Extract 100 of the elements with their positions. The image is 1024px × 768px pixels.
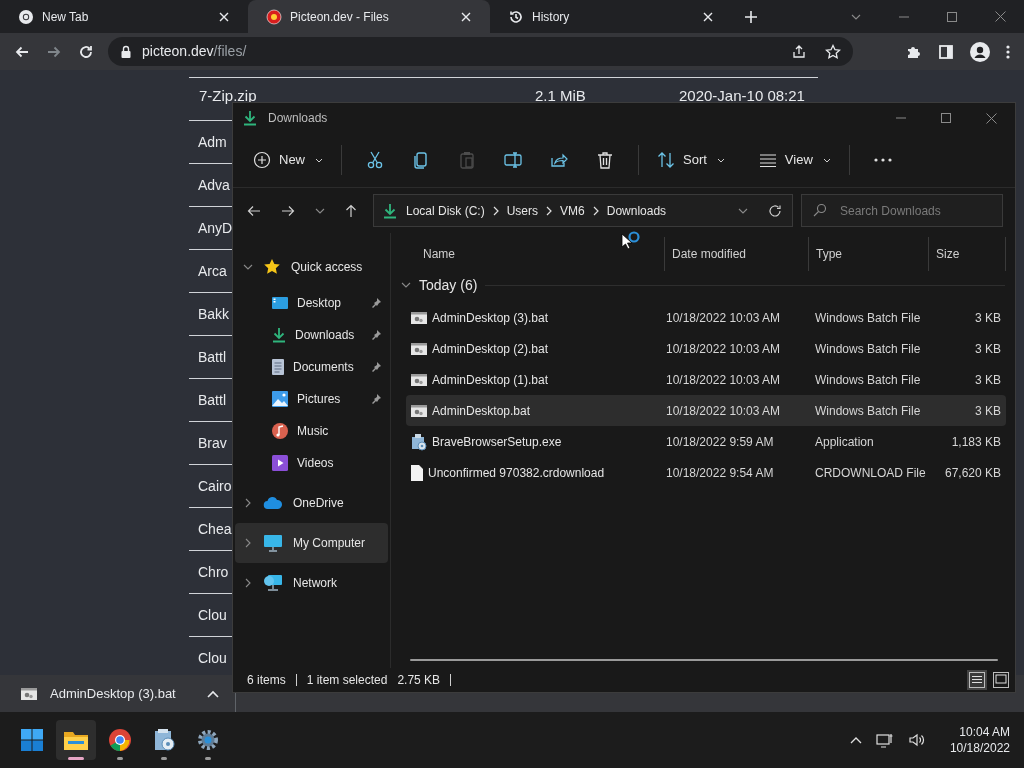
chevron-right-icon[interactable] <box>245 498 251 508</box>
tab-search-icon[interactable] <box>851 13 861 20</box>
file-name[interactable]: Clou <box>189 647 227 669</box>
file-name[interactable]: Bakk <box>189 303 230 325</box>
nav-item[interactable]: Network <box>235 563 388 603</box>
address-field[interactable]: Local Disk (C:) Users VM6 Downloads <box>373 194 793 227</box>
file-name: AdminDesktop (3).bat <box>432 309 549 327</box>
nav-item[interactable]: OneDrive <box>235 483 388 523</box>
gear-icon[interactable] <box>196 728 220 752</box>
sort-icon <box>657 152 675 168</box>
clock-time[interactable]: 10:04 AM <box>959 724 1010 740</box>
installer-icon <box>410 432 428 451</box>
file-name[interactable]: Arca <box>189 260 227 282</box>
pin-icon[interactable] <box>370 329 382 341</box>
nav-item[interactable]: Downloads <box>235 319 388 351</box>
view-button[interactable]: View <box>750 142 839 178</box>
start-button[interactable] <box>20 728 44 752</box>
show-hidden-icons-caret[interactable] <box>849 736 862 744</box>
caret-icon <box>315 157 323 163</box>
file-row[interactable]: Unconfirmed 970382.crdownload 10/18/2022 9:54 AM CRDOWNLOAD File 67,620 KB <box>406 457 1006 488</box>
file-name[interactable]: Adm <box>189 131 227 153</box>
nav-item[interactable]: Pictures <box>235 383 388 415</box>
sort-button[interactable]: Sort <box>649 142 733 178</box>
file-row[interactable]: AdminDesktop (3).bat 10/18/2022 10:03 AM Windows Batch File 3 KB <box>406 302 1006 333</box>
share-icon[interactable] <box>791 43 807 60</box>
chevron-down-icon[interactable] <box>243 264 253 270</box>
share-icon[interactable] <box>550 152 568 168</box>
file-row[interactable]: AdminDesktop.bat 10/18/2022 10:03 AM Windows Batch File 3 KB <box>406 395 1006 426</box>
menu-icon[interactable] <box>1006 43 1010 60</box>
breadcrumb-item[interactable]: VM6 <box>560 201 585 220</box>
nav-item[interactable]: Desktop <box>235 287 388 319</box>
file-name[interactable]: 7-Zip.zip <box>199 88 257 103</box>
date-cell-text: 10/18/2022 9:54 AM <box>665 464 775 482</box>
network-icon[interactable] <box>875 732 894 748</box>
file-name[interactable]: Adva <box>189 174 230 196</box>
new-tab-icon[interactable] <box>744 9 758 24</box>
breadcrumb-item[interactable]: Downloads <box>606 201 667 220</box>
recent-locations-icon[interactable] <box>315 207 325 214</box>
up-icon[interactable] <box>345 203 357 218</box>
rename-icon[interactable] <box>504 152 522 168</box>
column-header[interactable]: Date modified <box>664 237 808 271</box>
clock-date[interactable]: 10/18/2022 <box>949 740 1010 756</box>
breadcrumb-item[interactable]: Local Disk (C:) <box>406 201 485 220</box>
dropdown-icon[interactable] <box>738 207 748 214</box>
file-row[interactable]: BraveBrowserSetup.exe 10/18/2022 9:59 AM Application 1,183 KB <box>406 426 1006 457</box>
chevron-down-icon[interactable] <box>401 282 411 288</box>
chevron-right-icon[interactable] <box>245 578 251 588</box>
type-cell-text: Windows Batch File <box>814 371 922 389</box>
file-name[interactable]: Battl <box>189 389 226 411</box>
copy-icon[interactable] <box>413 151 429 169</box>
pin-icon[interactable] <box>370 393 382 405</box>
file-name[interactable]: Cairo <box>189 475 232 497</box>
pin-icon[interactable] <box>370 297 382 309</box>
profile-icon[interactable] <box>970 41 990 62</box>
file-name[interactable]: Clou <box>189 604 227 626</box>
installer-icon[interactable] <box>152 728 176 752</box>
scissors-icon[interactable] <box>367 151 383 169</box>
file-name[interactable]: Chro <box>189 561 229 583</box>
nav-item[interactable]: Music <box>235 415 388 447</box>
file-name[interactable]: Brav <box>189 432 227 454</box>
chrome-icon[interactable] <box>108 728 132 752</box>
details-view-button[interactable] <box>967 670 987 690</box>
pin-icon[interactable] <box>370 361 382 373</box>
new-button[interactable]: New <box>245 142 331 178</box>
breadcrumb-item[interactable]: Users <box>506 201 539 220</box>
nav-item[interactable]: Documents <box>235 351 388 383</box>
nav-item[interactable]: Videos <box>235 447 388 479</box>
more-icon[interactable] <box>873 158 892 162</box>
horizontal-scrollbar[interactable] <box>410 659 998 661</box>
cloud-icon <box>263 496 283 510</box>
address-bar[interactable]: picteon.dev/files/ <box>108 37 853 66</box>
back-icon[interactable] <box>247 204 261 217</box>
nav-item[interactable]: My Computer <box>235 523 388 563</box>
file-row[interactable]: AdminDesktop (2).bat 10/18/2022 10:03 AM Windows Batch File 3 KB <box>406 333 1006 364</box>
column-header[interactable]: Size <box>928 237 1006 271</box>
trash-icon[interactable] <box>597 151 613 169</box>
search-field[interactable]: Search Downloads <box>801 194 1003 227</box>
refresh-icon[interactable] <box>768 203 782 218</box>
column-header[interactable]: Type <box>808 237 928 271</box>
nav-item[interactable]: Quick access <box>235 247 388 287</box>
forward-icon[interactable] <box>281 204 295 217</box>
history-icon <box>508 8 524 25</box>
file-row[interactable]: AdminDesktop (1).bat 10/18/2022 10:03 AM Windows Batch File 3 KB <box>406 364 1006 395</box>
file-name[interactable]: AnyD <box>189 217 233 239</box>
date-cell-text: 10/18/2022 10:03 AM <box>665 402 782 420</box>
bookmark-star-icon[interactable] <box>825 43 841 60</box>
group-header[interactable]: Today (6) <box>419 274 478 296</box>
caret-icon[interactable] <box>207 689 219 698</box>
volume-icon[interactable] <box>907 732 926 748</box>
reload-icon[interactable] <box>78 43 94 60</box>
file-name[interactable]: Chea <box>189 518 232 540</box>
tiles-view-button[interactable] <box>991 670 1011 690</box>
maximize-icon[interactable] <box>941 113 951 123</box>
maximize-icon[interactable] <box>947 11 957 22</box>
side-panel-icon[interactable] <box>938 43 954 60</box>
chevron-right-icon[interactable] <box>245 538 251 548</box>
column-header[interactable]: Name <box>401 237 664 271</box>
type-cell-text: Application <box>814 433 875 451</box>
browser-tab[interactable]: Picteon.dev - Files <box>248 0 490 33</box>
file-name[interactable]: Battl <box>189 346 226 368</box>
